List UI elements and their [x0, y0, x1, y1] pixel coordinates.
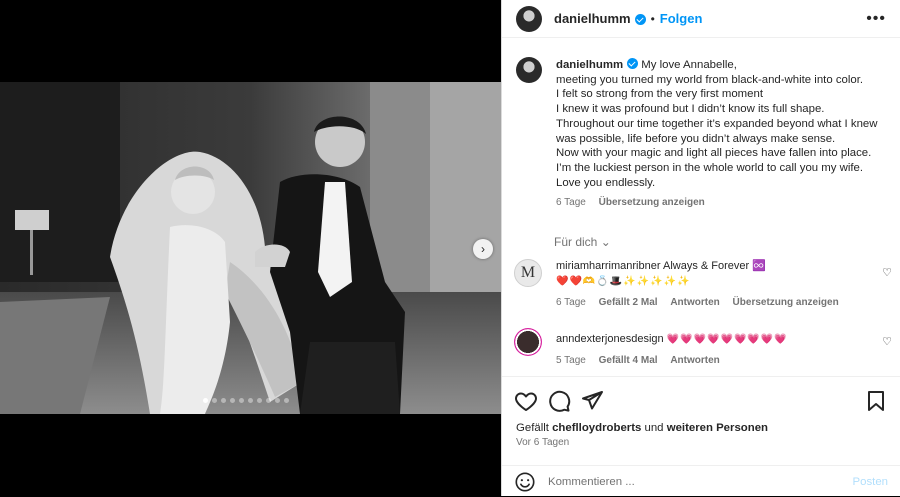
action-bar [502, 377, 900, 413]
carousel-dot [266, 398, 271, 403]
translate-link[interactable]: Übersetzung anzeigen [599, 197, 705, 208]
avatar[interactable] [516, 5, 542, 32]
comment-meta: 5 Tage Gefällt 4 Mal Antworten [556, 353, 788, 368]
comment-emoji-line: ❤️❤️🫶💍🎩✨✨✨✨✨ [556, 276, 691, 288]
comment-username[interactable]: miriamharrimanribner [556, 260, 661, 272]
avatar[interactable] [514, 328, 542, 357]
caption-line: meeting you turned my world from black-a… [556, 73, 864, 86]
comment-bubble-icon[interactable] [547, 389, 571, 413]
post-dialog: › danielhumm • Folgen ••• danielhumm My … [0, 0, 900, 496]
more-options-icon[interactable]: ••• [866, 10, 886, 28]
comment-likes[interactable]: Gefällt 4 Mal [599, 355, 658, 366]
comments-scroll[interactable]: danielhumm My love Annabelle, meeting yo… [502, 39, 900, 376]
comment-username[interactable]: anndexterjonesdesign [556, 333, 664, 345]
caption-body: danielhumm My love Annabelle, meeting yo… [556, 57, 877, 211]
chevron-right-icon: › [481, 242, 485, 256]
separator: • [650, 11, 655, 26]
reply-button[interactable]: Antworten [670, 355, 719, 366]
post-button[interactable]: Posten [853, 476, 888, 488]
comment-composer: Posten [502, 465, 900, 497]
comment-like-heart-icon[interactable]: ♡ [882, 266, 892, 279]
carousel-dot [212, 398, 217, 403]
verified-badge-icon [634, 14, 646, 25]
emoji-smiley-icon[interactable] [514, 471, 536, 493]
comment-item: M miriamharrimanribner Always & Forever … [502, 259, 900, 310]
caption-line: I felt so strong from the very first mom… [556, 88, 763, 101]
avatar[interactable]: M [514, 259, 542, 288]
comment-meta: 6 Tage Gefällt 2 Mal Antworten Übersetzu… [556, 295, 849, 310]
comment-body: anndexterjonesdesign 💗💗💗💗💗💗💗💗💗 5 Tage Ge… [556, 328, 788, 368]
caption-line: Now with your magic and light all pieces… [556, 147, 872, 160]
caption-line: Love you endlessly. [556, 176, 656, 189]
comment-like-heart-icon[interactable]: ♡ [882, 335, 892, 348]
verified-badge-icon [627, 58, 639, 69]
liked-by: Gefällt cheflloydroberts und weiteren Pe… [502, 422, 900, 434]
comment-age: 5 Tage [556, 355, 586, 367]
carousel-dot [230, 398, 235, 403]
caption: danielhumm My love Annabelle, meeting yo… [502, 39, 900, 211]
carousel-indicator [203, 398, 289, 403]
for-you-label: Für dich [554, 235, 598, 250]
caption-line: My love Annabelle, [641, 59, 737, 71]
carousel-dot [257, 398, 262, 403]
liked-by-user[interactable]: cheflloydroberts [552, 422, 641, 434]
comment-likes[interactable]: Gefällt 2 Mal [599, 297, 658, 308]
carousel-dot [275, 398, 280, 403]
carousel-dot [203, 398, 208, 403]
comment-input[interactable] [548, 475, 853, 488]
caption-line: Throughout our time together it’s expand… [556, 117, 878, 130]
for-you-filter[interactable]: Für dich ⌄ [502, 211, 900, 249]
details-panel: danielhumm • Folgen ••• danielhumm My lo… [501, 0, 900, 496]
post-timestamp[interactable]: Vor 6 Tagen [502, 437, 900, 448]
avatar[interactable] [516, 57, 542, 83]
bookmark-icon[interactable] [864, 389, 888, 413]
caption-age: 6 Tage [556, 197, 586, 209]
liked-by-prefix: Gefällt [516, 422, 549, 434]
comment-body: miriamharrimanribner Always & Forever ♾️… [556, 259, 849, 310]
caption-line: was possible, life before you didn’t alw… [556, 132, 836, 145]
comment-item: anndexterjonesdesign 💗💗💗💗💗💗💗💗💗 5 Tage Ge… [502, 328, 900, 368]
carousel-dot [221, 398, 226, 403]
liked-by-others[interactable]: weiteren Personen [667, 422, 768, 434]
share-send-icon[interactable] [580, 389, 604, 413]
liked-by-middle: und [644, 422, 664, 434]
follow-button[interactable]: Folgen [660, 11, 703, 26]
post-header: danielhumm • Folgen ••• [502, 0, 900, 38]
wedding-photo-image [0, 82, 501, 414]
carousel-dot [284, 398, 289, 403]
caption-line: I knew it was profound but I didn’t know… [556, 103, 825, 116]
carousel-dot [239, 398, 244, 403]
comment-text: Always & Forever ♾️ [662, 260, 766, 273]
translate-link[interactable]: Übersetzung anzeigen [733, 297, 839, 308]
author-username[interactable]: danielhumm [554, 11, 631, 26]
carousel-next-button[interactable]: › [473, 239, 493, 259]
like-heart-icon[interactable] [514, 389, 538, 413]
carousel-dot [248, 398, 253, 403]
reply-button[interactable]: Antworten [670, 297, 719, 308]
comment-text: 💗💗💗💗💗💗💗💗💗 [666, 334, 788, 346]
comment-age: 6 Tage [556, 297, 586, 309]
media-area: › [0, 0, 501, 496]
caption-meta: 6 Tage Übersetzung anzeigen [556, 196, 877, 211]
caption-username[interactable]: danielhumm [556, 59, 623, 71]
actions-section: Gefällt cheflloydroberts und weiteren Pe… [502, 376, 900, 496]
chevron-down-icon: ⌄ [600, 235, 611, 250]
caption-line: I’m the luckiest person in the whole wor… [556, 161, 864, 174]
post-photo [0, 82, 501, 414]
